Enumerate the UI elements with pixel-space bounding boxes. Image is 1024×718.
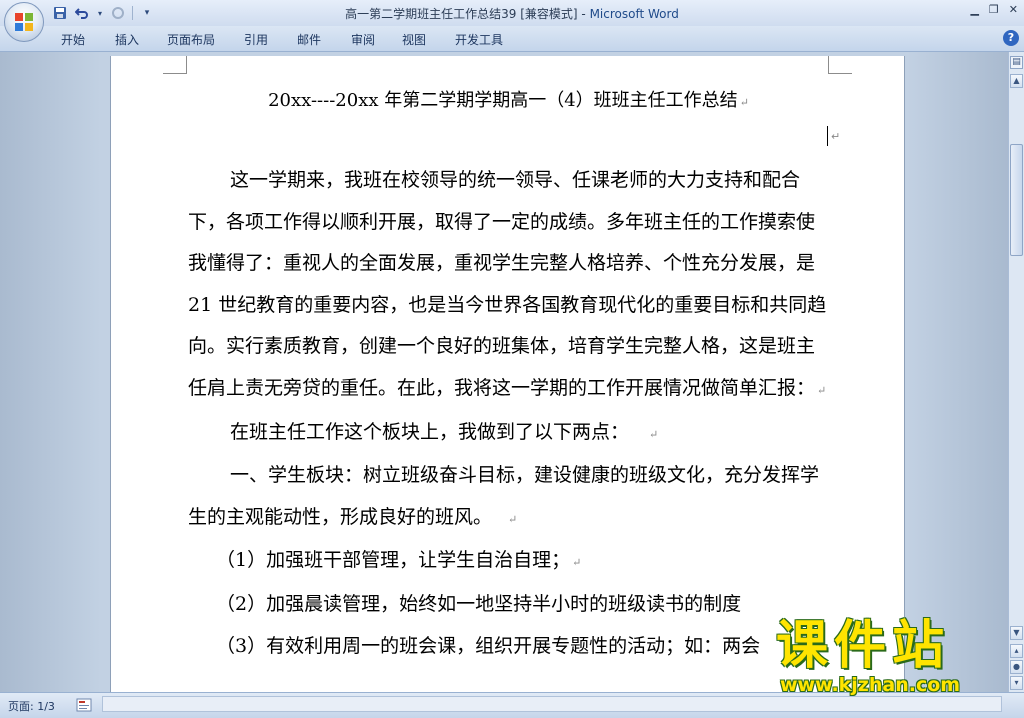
tab-review[interactable]: 审阅 (351, 31, 375, 48)
title-bar: ▾ ▾ 高一第二学期班主任工作总结39 [兼容模式] - Microsoft W… (0, 0, 1024, 26)
tab-references[interactable]: 引用 (244, 31, 268, 48)
list-item-text: （3）有效利用周一的班会课，组织开展专题性的活动；如：两会 (216, 634, 761, 657)
margin-corner-top-left (163, 56, 187, 74)
watermark: 课件站 www.kjzhan.com (776, 617, 1010, 695)
watermark-brand: 课件站 (776, 616, 951, 676)
paragraph-mark-icon: ↵ (649, 427, 659, 441)
paragraph-mark-icon: ↵ (817, 383, 827, 397)
list-item-text: （1）加强班干部管理，让学生自治自理； (216, 549, 571, 572)
vertical-scrollbar[interactable]: ▤ ▲ ▼ ▴ ● ▾ (1008, 52, 1024, 692)
paragraph-mark-icon: ↵ (831, 130, 841, 143)
list-item-text: （2）加强晨读管理，始终如一地坚持半小时的班级读书的制度 (216, 592, 742, 615)
proofing-status-icon[interactable] (76, 698, 92, 712)
document-workspace: 20xx----20xx 年第二学期学期高一（4）班班主任工作总结 ↵ ↵ 这一学… (0, 52, 1008, 692)
previous-page-icon[interactable]: ▴ (1010, 644, 1023, 658)
tab-page-layout[interactable]: 页面布局 (167, 31, 215, 48)
office-logo-icon (15, 13, 33, 31)
document-body: 这一学期来，我班在校领导的统一领导、任课老师的大力支持和配合下，各项工作得以顺利… (188, 160, 830, 667)
help-icon[interactable]: ? (1003, 30, 1019, 46)
paragraph: 这一学期来，我班在校领导的统一领导、任课老师的大力支持和配合下，各项工作得以顺利… (188, 160, 830, 412)
watermark-url: www.kjzhan.com (780, 674, 961, 696)
horizontal-scrollbar[interactable] (102, 696, 1002, 712)
list-item: （2）加强晨读管理，始终如一地坚持半小时的班级读书的制度 (188, 584, 830, 626)
page-indicator[interactable]: 页面: 1/3 (8, 698, 55, 714)
list-item: （1）加强班干部管理，让学生自治自理； ↵ (188, 540, 830, 584)
scroll-down-icon[interactable]: ▼ (1010, 626, 1023, 640)
office-button[interactable] (4, 2, 44, 42)
close-icon[interactable]: ✕ (1009, 3, 1018, 16)
document-title: 20xx----20xx 年第二学期学期高一（4）班班主任工作总结 ↵ (111, 86, 906, 112)
paragraph-text: 一、学生板块：树立班级奋斗目标，建设健康的班级文化，充分发挥学生的主观能动性，形… (188, 464, 820, 528)
app-name: Microsoft Word (589, 7, 679, 21)
tab-home[interactable]: 开始 (61, 31, 85, 48)
scroll-up-icon[interactable]: ▲ (1010, 74, 1023, 88)
paragraph: 在班主任工作这个板块上，我做到了以下两点： ↵ (188, 412, 830, 456)
minimize-icon[interactable]: ▁ (970, 3, 978, 16)
margin-corner-top-right (828, 56, 852, 74)
list-item: （3）有效利用周一的班会课，组织开展专题性的活动；如：两会 (188, 626, 830, 668)
document-title-text: 20xx----20xx 年第二学期学期高一（4）班班主任工作总结 (268, 90, 738, 111)
browse-object-icon[interactable]: ● (1010, 660, 1023, 674)
paragraph-text: 在班主任工作这个板块上，我做到了以下两点： (230, 420, 630, 443)
view-ruler-icon[interactable]: ▤ (1010, 56, 1023, 69)
document-name: 高一第二学期班主任工作总结39 [兼容模式] - (345, 7, 590, 21)
ribbon-tabs: 开始 插入 页面布局 引用 邮件 审阅 视图 开发工具 ? (0, 26, 1024, 52)
scrollbar-thumb[interactable] (1010, 144, 1023, 256)
paragraph-mark-icon: ↵ (508, 512, 518, 526)
tab-view[interactable]: 视图 (402, 31, 426, 48)
paragraph-mark-icon: ↵ (739, 96, 749, 109)
paragraph-text: 这一学期来，我班在校领导的统一领导、任课老师的大力支持和配合下，各项工作得以顺利… (188, 169, 827, 399)
tab-developer[interactable]: 开发工具 (455, 31, 503, 48)
text-cursor (827, 126, 828, 146)
next-page-icon[interactable]: ▾ (1010, 676, 1023, 690)
tab-mailings[interactable]: 邮件 (297, 31, 321, 48)
paragraph-mark-icon: ↵ (572, 556, 582, 570)
window-controls: ▁ ❐ ✕ (970, 3, 1018, 16)
paragraph: 一、学生板块：树立班级奋斗目标，建设健康的班级文化，充分发挥学生的主观能动性，形… (188, 455, 830, 540)
window-title: 高一第二学期班主任工作总结39 [兼容模式] - Microsoft Word (0, 5, 1024, 22)
restore-icon[interactable]: ❐ (989, 3, 999, 16)
document-page[interactable]: 20xx----20xx 年第二学期学期高一（4）班班主任工作总结 ↵ ↵ 这一学… (110, 56, 905, 692)
tab-insert[interactable]: 插入 (115, 31, 139, 48)
